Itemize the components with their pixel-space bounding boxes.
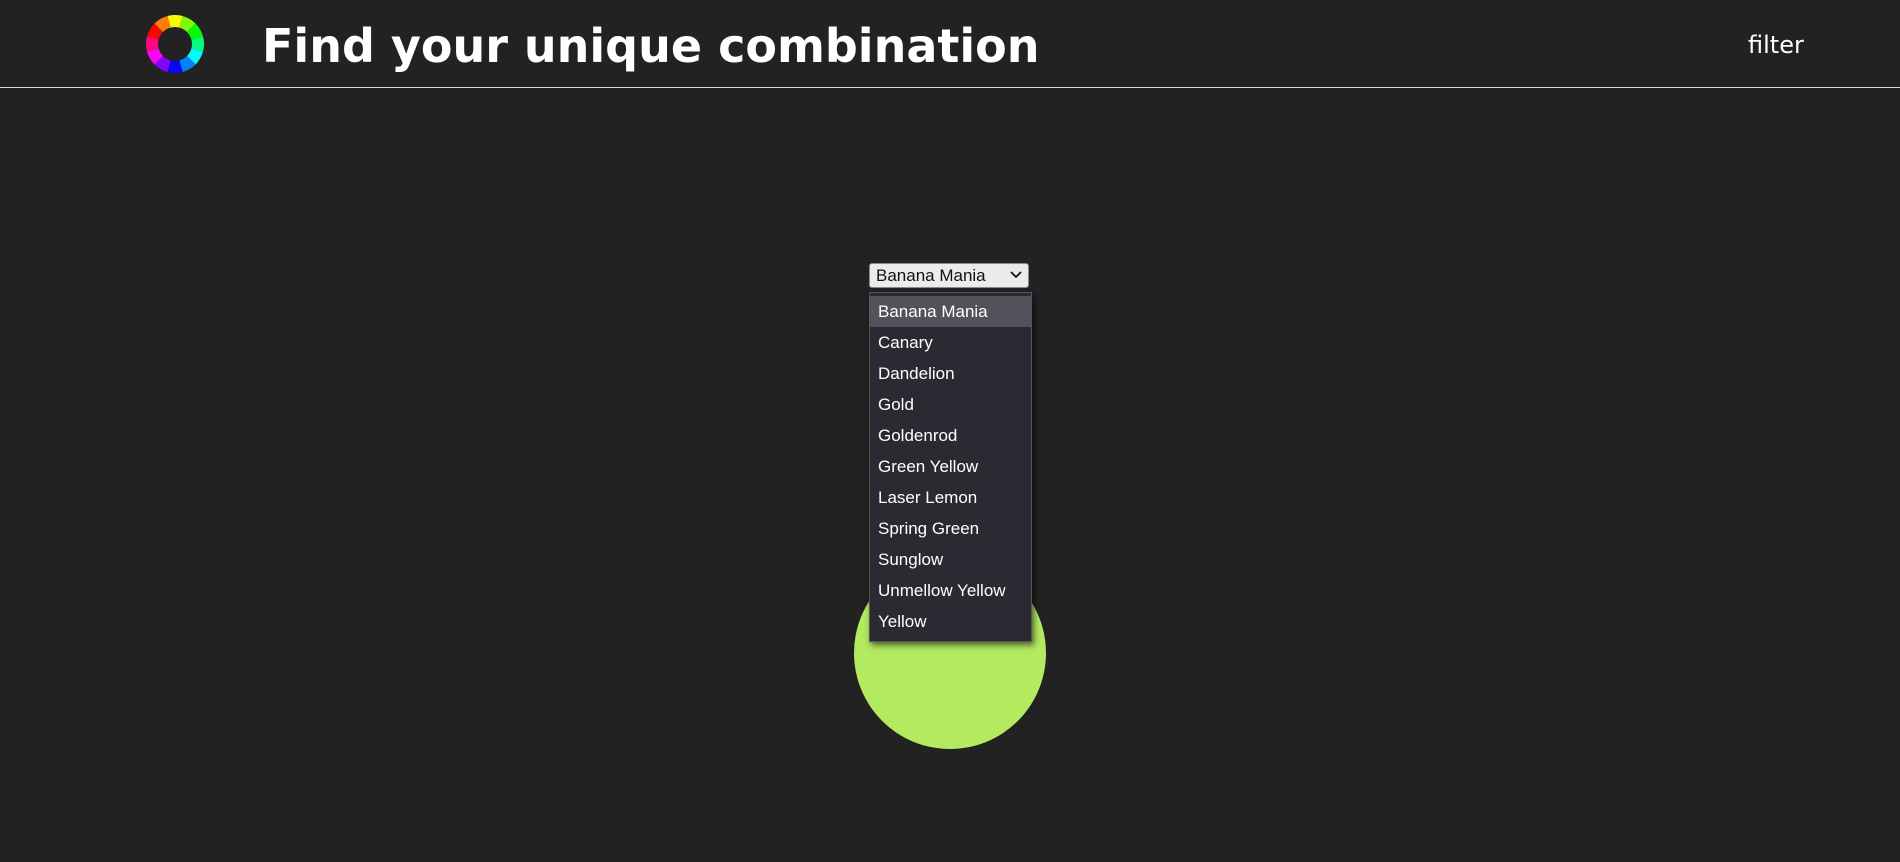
color-dropdown-list: Banana Mania Canary Dandelion Gold Golde…: [869, 292, 1032, 642]
color-select-value: Banana Mania: [876, 266, 986, 285]
dropdown-option[interactable]: Green Yellow: [870, 451, 1031, 482]
dropdown-option[interactable]: Goldenrod: [870, 420, 1031, 451]
header: Find your unique combination filter: [0, 0, 1900, 88]
page: Find your unique combination filter Bana…: [0, 0, 1900, 862]
filter-link[interactable]: filter: [1748, 30, 1804, 60]
dropdown-option[interactable]: Yellow: [870, 606, 1031, 637]
dropdown-option[interactable]: Canary: [870, 327, 1031, 358]
dropdown-option[interactable]: Unmellow Yellow: [870, 575, 1031, 606]
color-select[interactable]: Banana Mania: [869, 263, 1029, 288]
dropdown-option[interactable]: Banana Mania: [870, 296, 1031, 327]
dropdown-option[interactable]: Gold: [870, 389, 1031, 420]
color-wheel-icon[interactable]: [146, 15, 204, 73]
chevron-down-icon: [1010, 271, 1022, 278]
dropdown-option[interactable]: Sunglow: [870, 544, 1031, 575]
page-title: Find your unique combination: [262, 19, 1040, 73]
dropdown-option[interactable]: Dandelion: [870, 358, 1031, 389]
dropdown-option[interactable]: Laser Lemon: [870, 482, 1031, 513]
dropdown-option[interactable]: Spring Green: [870, 513, 1031, 544]
